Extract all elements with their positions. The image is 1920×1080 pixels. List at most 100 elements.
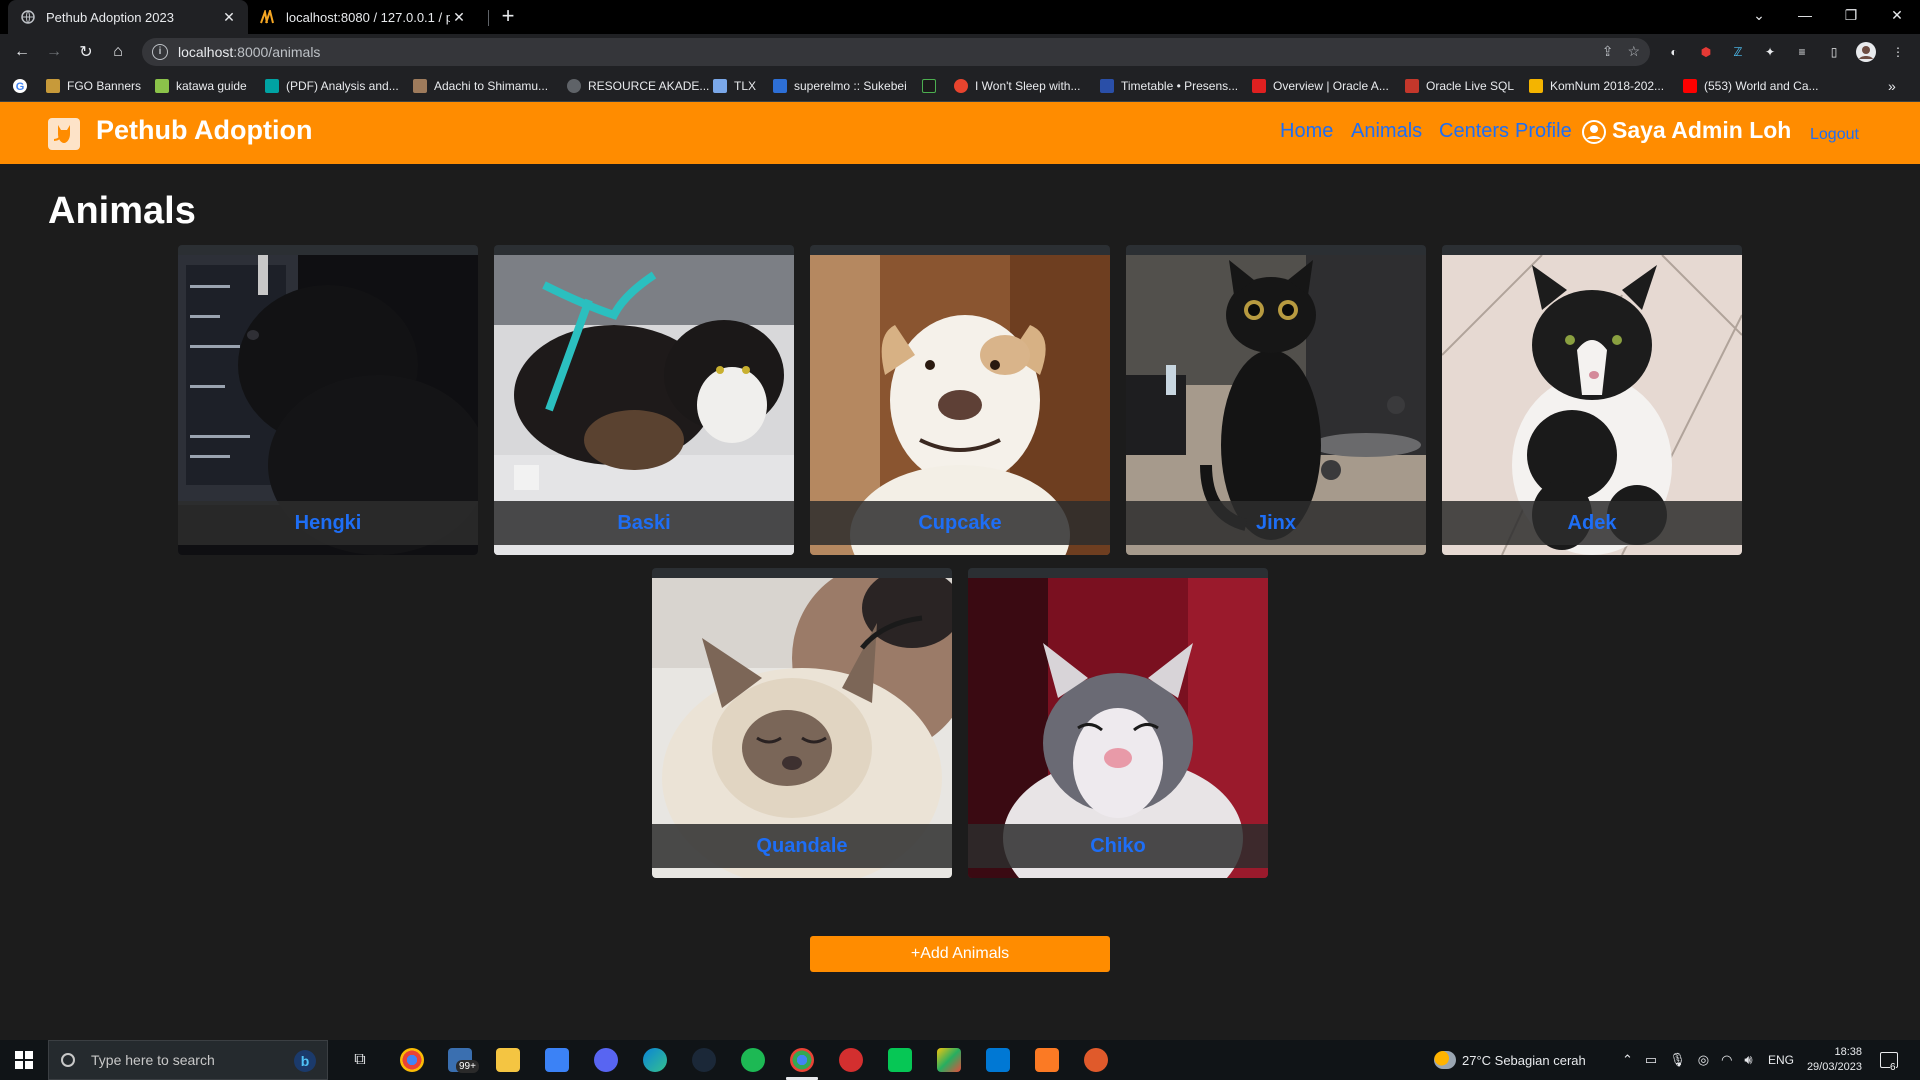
store-icon[interactable]	[545, 1048, 569, 1072]
chevron-up-icon[interactable]: ⌃	[1622, 1052, 1633, 1068]
translate-extension-icon[interactable]: ℤ	[1728, 42, 1748, 62]
profile-avatar-icon[interactable]	[1856, 42, 1876, 62]
animal-card[interactable]: Chiko	[968, 568, 1268, 878]
user-circle-icon	[1582, 120, 1606, 144]
menu-kebab-icon[interactable]: ⋮	[1888, 42, 1908, 62]
extension-icon[interactable]: ◐	[1664, 42, 1684, 62]
chrome-icon[interactable]	[790, 1048, 814, 1072]
animal-card[interactable]: Cupcake	[810, 245, 1110, 555]
browser-toolbar: ← → ↻ ⌂ i localhost:8000/animals ⇪ ☆ ◐ ⬢…	[0, 34, 1920, 70]
share-icon[interactable]: ⇪	[1602, 43, 1614, 60]
nav-home[interactable]: Home	[1280, 120, 1333, 143]
edge-icon[interactable]	[643, 1048, 667, 1072]
bookmark-item[interactable]: FGO Banners	[46, 77, 141, 95]
bookmark-item[interactable]: superelmo :: Sukebei	[773, 77, 907, 95]
side-panel-icon[interactable]: ▯	[1824, 42, 1844, 62]
ublock-icon[interactable]: ⬢	[1696, 42, 1716, 62]
bookmark-item[interactable]: Timetable • Presens...	[1100, 77, 1238, 95]
spotify-icon[interactable]	[741, 1048, 765, 1072]
reload-icon[interactable]: ↻	[74, 40, 98, 64]
notifications-icon[interactable]: 6	[1880, 1040, 1898, 1080]
bookmark-item[interactable]: Oracle Live SQL	[1405, 77, 1514, 95]
bookmark-item[interactable]: TLX	[713, 77, 756, 95]
steam-icon[interactable]	[692, 1048, 716, 1072]
address-bar[interactable]: i localhost:8000/animals ⇪ ☆	[142, 38, 1650, 66]
taskbar-search-input[interactable]: Type here to search b	[48, 1040, 328, 1080]
windows-taskbar: Type here to search b ⧉ 99+ 27°C Sebagia…	[0, 1040, 1920, 1080]
bookmark-item[interactable]: Overview | Oracle A...	[1252, 77, 1389, 95]
language-indicator[interactable]: ENG	[1768, 1040, 1794, 1080]
clock-date: 29/03/2023	[1806, 1061, 1862, 1073]
bookmark-item[interactable]: Adachi to Shimamu...	[413, 77, 548, 95]
bing-icon[interactable]: b	[293, 1049, 317, 1076]
bookmark-item[interactable]: katawa guide	[155, 77, 247, 95]
minimize-button[interactable]: —	[1782, 0, 1828, 30]
meet-icon[interactable]: ▭	[1645, 1052, 1657, 1068]
app-navbar: Pethub Adoption Home Animals Centers Pro…	[0, 102, 1920, 164]
app-icon[interactable]	[937, 1048, 961, 1072]
animal-card[interactable]: Adek	[1442, 245, 1742, 555]
tab-phpmyadmin[interactable]: localhost:8080 / 127.0.0.1 / pethub ✕	[252, 0, 478, 34]
add-animals-button[interactable]: +Add Animals	[810, 936, 1110, 972]
weather-text: 27°C Sebagian cerah	[1462, 1052, 1586, 1068]
new-tab-button[interactable]: +	[496, 5, 520, 29]
bookmarks-bar: G FGO Banners katawa guide (PDF) Analysi…	[0, 70, 1920, 102]
bookmark-item[interactable]: (PDF) Analysis and...	[265, 77, 399, 95]
page-title: Animals	[48, 190, 196, 232]
animal-name[interactable]: Cupcake	[810, 501, 1110, 545]
bookmark-item[interactable]: KomNum 2018-202...	[1529, 77, 1664, 95]
clock[interactable]: 18:38 29/03/2023	[1802, 1040, 1862, 1080]
bookmark-item[interactable]: RESOURCE AKADE...	[567, 77, 709, 95]
bookmark-star-icon[interactable]: ☆	[1627, 43, 1640, 60]
brand-name[interactable]: Pethub Adoption	[96, 115, 312, 146]
restore-button[interactable]: ❐	[1828, 0, 1874, 30]
video-player-icon[interactable]	[839, 1048, 863, 1072]
extensions-puzzle-icon[interactable]: ✦	[1760, 42, 1780, 62]
google-icon[interactable]: G	[12, 77, 28, 95]
animal-name[interactable]: Quandale	[652, 824, 952, 868]
nav-profile[interactable]: Profile	[1515, 120, 1572, 143]
animal-card[interactable]: Quandale	[652, 568, 952, 878]
wifi-icon[interactable]: ◠	[1721, 1052, 1732, 1068]
animal-name[interactable]: Baski	[494, 501, 794, 545]
tab-divider	[488, 10, 489, 26]
back-icon[interactable]: ←	[10, 40, 34, 64]
vscode-icon[interactable]	[986, 1048, 1010, 1072]
chrome-icon[interactable]	[400, 1048, 424, 1072]
animal-card[interactable]: Baski	[494, 245, 794, 555]
animal-name[interactable]: Chiko	[968, 824, 1268, 868]
file-explorer-icon[interactable]	[496, 1048, 520, 1072]
animal-name[interactable]: Adek	[1442, 501, 1742, 545]
site-info-icon[interactable]: i	[152, 44, 168, 60]
logout-link[interactable]: Logout	[1810, 126, 1859, 144]
volume-icon[interactable]: 🔊︎	[1744, 1052, 1752, 1068]
app-icon[interactable]	[1084, 1048, 1108, 1072]
discord-icon[interactable]	[594, 1048, 618, 1072]
task-view-icon[interactable]: ⧉	[348, 1048, 372, 1072]
bookmark-item[interactable]	[922, 77, 943, 95]
bookmark-item[interactable]: I Won't Sleep with...	[954, 77, 1080, 95]
nav-centers[interactable]: Centers	[1439, 120, 1509, 143]
weather-widget[interactable]: 27°C Sebagian cerah	[1434, 1040, 1586, 1080]
xampp-icon[interactable]	[1035, 1048, 1059, 1072]
network-icon[interactable]: ◎	[1698, 1052, 1709, 1068]
animal-card[interactable]: Hengki	[178, 245, 478, 555]
reading-list-icon[interactable]: ≡	[1792, 42, 1812, 62]
windows-start-icon[interactable]	[0, 1040, 48, 1080]
bookmark-item[interactable]: (553) World and Ca...	[1683, 77, 1819, 95]
microphone-icon[interactable]: 🎙︎	[1669, 1052, 1686, 1068]
line-icon[interactable]	[888, 1048, 912, 1072]
close-window-button[interactable]: ✕	[1874, 0, 1920, 30]
home-icon[interactable]: ⌂	[106, 40, 130, 64]
more-bookmarks-icon[interactable]: »	[1888, 77, 1896, 95]
tab-search-icon[interactable]: ⌄	[1736, 0, 1782, 30]
close-tab-icon[interactable]: ✕	[450, 8, 468, 26]
animal-name[interactable]: Hengki	[178, 501, 478, 545]
animal-name[interactable]: Jinx	[1126, 501, 1426, 545]
close-tab-icon[interactable]: ✕	[220, 8, 238, 26]
forward-icon[interactable]: →	[42, 40, 66, 64]
animal-card[interactable]: Jinx	[1126, 245, 1426, 555]
brand-logo-icon[interactable]	[48, 118, 80, 150]
nav-animals[interactable]: Animals	[1351, 120, 1422, 143]
tab-pethub[interactable]: Pethub Adoption 2023 ✕	[8, 0, 248, 34]
